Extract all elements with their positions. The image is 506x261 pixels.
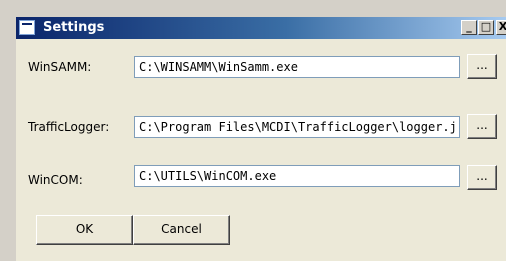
trafficlogger-path-field[interactable]: C:\Program Files\MCDI\TrafficLogger\logg… [134, 116, 460, 138]
settings-form: WinSAMM: C:\WINSAMM\WinSamm.exe ... Traf… [16, 39, 506, 261]
close-button[interactable]: X [496, 20, 506, 35]
winsamm-path-field[interactable]: C:\WINSAMM\WinSamm.exe [134, 56, 460, 78]
ok-button[interactable]: OK [36, 215, 133, 245]
trafficlogger-label: TrafficLogger: [28, 120, 110, 134]
winsamm-browse-button[interactable]: ... [467, 54, 497, 79]
trafficlogger-browse-button[interactable]: ... [467, 114, 497, 139]
cancel-button[interactable]: Cancel [133, 215, 230, 245]
window-icon [19, 20, 35, 35]
wincom-path-field[interactable]: C:\UTILS\WinCOM.exe [134, 165, 460, 187]
settings-window: Settings _ □ X WinSAMM: C:\WINSAMM\WinSa… [0, 0, 506, 261]
wincom-label: WinCOM: [28, 173, 83, 187]
window-title: Settings [43, 20, 105, 35]
title-bar[interactable]: Settings _ □ X [16, 17, 506, 39]
minimize-button[interactable]: _ [461, 20, 477, 35]
winsamm-label: WinSAMM: [28, 60, 92, 74]
maximize-button[interactable]: □ [478, 20, 494, 35]
wincom-browse-button[interactable]: ... [467, 165, 497, 190]
